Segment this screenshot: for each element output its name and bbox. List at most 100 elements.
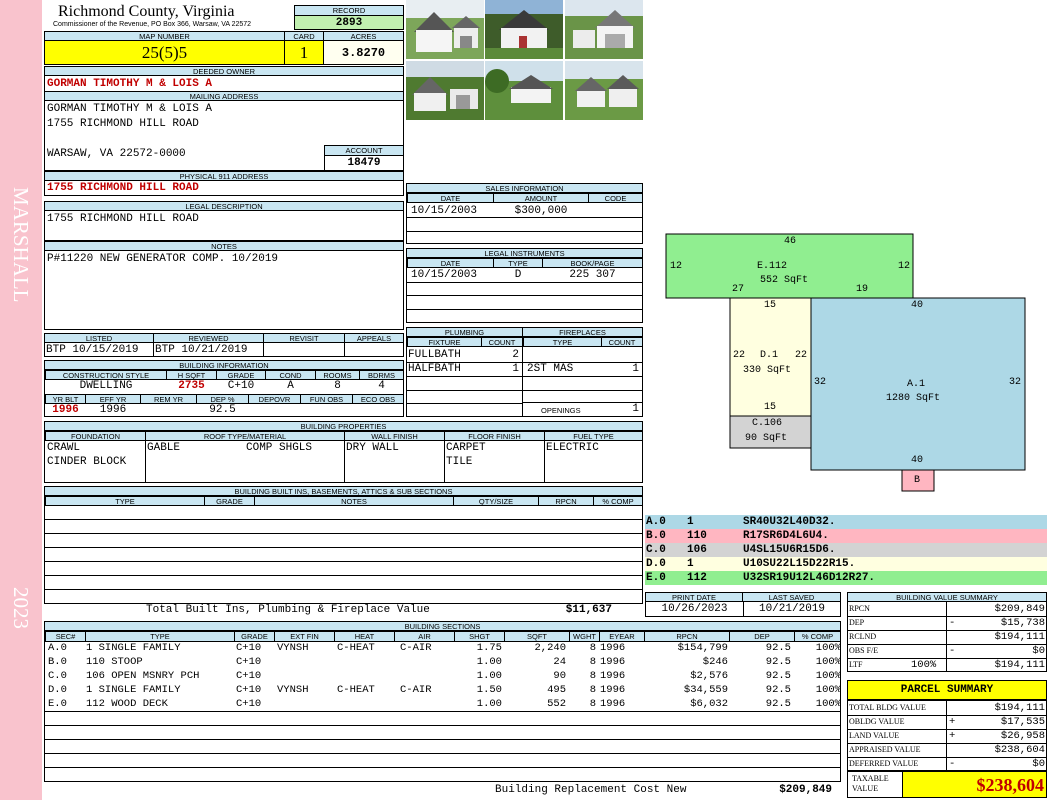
- summary-row: OBS F/E - $0: [847, 644, 1047, 658]
- bi-hsqft: 2735: [178, 380, 205, 392]
- section-cell: 100%: [815, 684, 841, 696]
- house-photo-3: [565, 0, 643, 59]
- review-row: BTP 10/15/2019 BTP 10/21/2019: [44, 342, 404, 357]
- segment-row-c: C.0 106 U4SL15U6R15D6.: [645, 543, 1047, 557]
- summary-value: $194,111: [994, 631, 1045, 643]
- openings-row: OPENINGS 1: [522, 402, 643, 417]
- summary-label: LTF: [849, 660, 863, 669]
- summary-row: OBLDG VALUE + $17,535: [847, 715, 1047, 729]
- summary-label: RPCN: [849, 604, 870, 613]
- section-cell: 90: [553, 670, 566, 682]
- summary-row: LAND VALUE + $26,958: [847, 729, 1047, 743]
- sketch-e-bl: 27: [732, 284, 745, 295]
- section-cell: C+10: [236, 642, 262, 654]
- bi-rooms: 8: [334, 380, 341, 392]
- section-cell: 1996: [600, 670, 626, 682]
- prop-header-wall: WALL FINISH: [344, 431, 445, 441]
- builtins-total-label: Total Built Ins, Plumbing & Fireplace Va…: [146, 604, 430, 616]
- section-row: A.0 1 SINGLE FAMILY C+10 VYNSH C-HEAT C-AIR 1.…: [46, 641, 843, 655]
- section-row: C.0 106 OPEN MSNRY PCH C+10 1.00 90 8 1996 $2,5…: [46, 669, 843, 683]
- section-cell: 1996: [600, 698, 626, 710]
- segment-path: U4SL15U6R15D6.: [743, 544, 836, 556]
- legal-description: 1755 RICHMOND HILL ROAD: [47, 213, 199, 225]
- legal-instruments-box: DATE TYPE BOOK/PAGE 10/15/2003 D 225 307: [406, 257, 643, 323]
- section-cell: 100%: [815, 698, 841, 710]
- bi-header-bdrms: BDRMS: [359, 370, 403, 380]
- builtins-header-rpcn: RPCN: [538, 496, 594, 506]
- li-header-date: DATE: [407, 258, 494, 268]
- bi-header-funobs: FUN OBS: [300, 394, 353, 404]
- summary-row: RCLND $194,111: [847, 630, 1047, 644]
- section-cell: 8: [589, 656, 596, 668]
- house-photo-2: [485, 0, 563, 59]
- section-cell: C-AIR: [400, 684, 432, 696]
- section-cell: $154,799: [677, 642, 728, 654]
- segment-code: E.0: [646, 572, 666, 584]
- sales-header-amount: AMOUNT: [493, 193, 589, 203]
- section-cell: 1.00: [476, 656, 502, 668]
- account-value: 18479: [324, 155, 404, 171]
- bi-header-style: CONSTRUCTION STYLE: [45, 370, 167, 380]
- sketch-a-right: 32: [1009, 377, 1022, 388]
- summary-value: $194,111: [994, 702, 1045, 714]
- foundation-1: CRAWL: [47, 442, 81, 454]
- bi-header-remyr: REM YR: [140, 394, 197, 404]
- county-title: Richmond County, Virginia: [58, 3, 235, 20]
- sidebar: MARSHALL 2023: [0, 0, 42, 800]
- section-cell: C+10: [236, 670, 262, 682]
- bi-header-grade: GRADE: [216, 370, 266, 380]
- section-cell: 1.00: [476, 698, 502, 710]
- li-header-type: TYPE: [493, 258, 543, 268]
- sketch-e-left: 12: [670, 261, 683, 272]
- bi-style: DWELLING: [79, 380, 133, 392]
- sketch-e-top: 46: [784, 236, 797, 247]
- segment-code: A.0: [646, 516, 666, 528]
- section-cell: 92.5: [765, 642, 791, 654]
- builtins-header-notes: NOTES: [254, 496, 454, 506]
- section-cell: 495: [547, 684, 566, 696]
- section-cell: C+10: [236, 656, 262, 668]
- segment-code: C.0: [646, 544, 666, 556]
- builtins-header-grade: GRADE: [204, 496, 255, 506]
- builtins-header-comp: % COMP: [593, 496, 642, 506]
- summary-operator: +: [949, 730, 956, 742]
- legal-description-box: 1755 RICHMOND HILL ROAD: [44, 210, 404, 241]
- sketch-a-area: 1280 SqFt: [886, 393, 941, 404]
- section-cell: 92.5: [765, 684, 791, 696]
- bi-effyr: 1996: [99, 404, 127, 416]
- bi-header-depovr: DEPOVR: [248, 394, 301, 404]
- section-cell: 1.00: [476, 670, 502, 682]
- fireplaces-header-count: COUNT: [601, 337, 642, 347]
- section-cell: 1 SINGLE FAMILY: [86, 684, 181, 696]
- print-date: 10/26/2023: [661, 603, 728, 615]
- sidebar-year: 2023: [9, 587, 33, 629]
- replacement-cost-label: Building Replacement Cost New: [495, 784, 687, 796]
- summary-row: LTF 100% $194,111: [847, 658, 1047, 672]
- taxable-label-box: TAXABLE VALUE: [847, 771, 903, 798]
- segment-path: U10SU22L15D22R15.: [743, 558, 856, 570]
- sketch-a-bottom: 40: [911, 455, 924, 466]
- section-cell: 100%: [815, 642, 841, 654]
- bi-header-yrblt: YR BLT: [45, 394, 86, 404]
- section-cell: C-HEAT: [337, 642, 375, 654]
- plumbing-header-fixture: FIXTURE: [407, 337, 482, 347]
- section-cell: 106 OPEN MSNRY PCH: [86, 670, 200, 682]
- building-properties-box: FOUNDATION ROOF TYPE/MATERIAL WALL FINIS…: [44, 430, 643, 483]
- segment-code: D.0: [646, 558, 666, 570]
- house-photo-1: [406, 0, 484, 59]
- section-cell: 100%: [815, 656, 841, 668]
- section-cell: 552: [547, 698, 566, 710]
- fireplaces-box: TYPE COUNT 2ST MAS 1: [522, 336, 643, 403]
- section-row: E.0 112 WOOD DECK C+10 1.00 552 8 1996 $6,032 92…: [46, 697, 843, 711]
- parcel-summary-label: PARCEL SUMMARY: [847, 680, 1047, 700]
- summary-value: $209,849: [994, 603, 1045, 615]
- section-cell: 1996: [600, 684, 626, 696]
- segment-number: 106: [687, 544, 707, 556]
- sketch-c-area: 90 SqFt: [745, 433, 788, 444]
- section-cell: 1996: [600, 642, 626, 654]
- segment-row-e: E.0 112 U32SR19U12L46D12R27.: [645, 571, 1047, 585]
- bi-yrblt: 1996: [52, 404, 79, 416]
- sketch-d-area: 330 SqFt: [743, 365, 792, 376]
- section-cell: C+10: [236, 684, 262, 696]
- reviewed-value: BTP 10/21/2019: [155, 344, 248, 356]
